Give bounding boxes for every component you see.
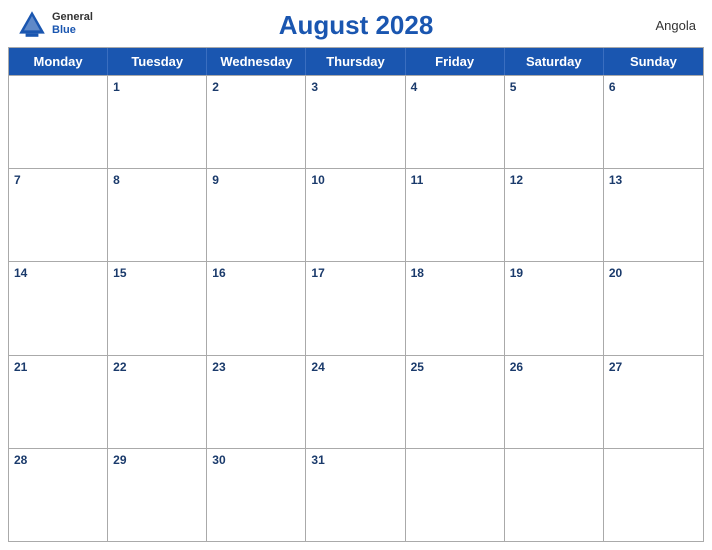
day-headers: MondayTuesdayWednesdayThursdayFridaySatu… bbox=[9, 48, 703, 75]
calendar-cell: 18 bbox=[406, 262, 505, 354]
calendar-cell: 10 bbox=[306, 169, 405, 261]
date-number: 20 bbox=[609, 266, 622, 280]
calendar-cell: 28 bbox=[9, 449, 108, 541]
date-number: 14 bbox=[14, 266, 27, 280]
calendar-cell: 25 bbox=[406, 356, 505, 448]
date-number: 17 bbox=[311, 266, 324, 280]
date-number: 27 bbox=[609, 360, 622, 374]
week-row: 7 8 9 10 11 12 13 bbox=[9, 168, 703, 261]
date-number: 16 bbox=[212, 266, 225, 280]
day-header-monday: Monday bbox=[9, 48, 108, 75]
date-number: 31 bbox=[311, 453, 324, 467]
date-number: 19 bbox=[510, 266, 523, 280]
date-number: 7 bbox=[14, 173, 21, 187]
date-number: 22 bbox=[113, 360, 126, 374]
calendar-cell: 17 bbox=[306, 262, 405, 354]
day-header-sunday: Sunday bbox=[604, 48, 703, 75]
calendar-cell: 30 bbox=[207, 449, 306, 541]
date-number: 25 bbox=[411, 360, 424, 374]
date-number: 10 bbox=[311, 173, 324, 187]
date-number: 5 bbox=[510, 80, 517, 94]
calendar-cell bbox=[9, 76, 108, 168]
calendar-cell: 19 bbox=[505, 262, 604, 354]
logo: General Blue bbox=[16, 8, 93, 40]
calendar-cell: 23 bbox=[207, 356, 306, 448]
calendar: MondayTuesdayWednesdayThursdayFridaySatu… bbox=[8, 47, 704, 542]
logo-general: General bbox=[52, 11, 93, 24]
date-number: 11 bbox=[411, 173, 424, 187]
calendar-header: General Blue August 2028 Angola bbox=[0, 0, 712, 47]
calendar-cell: 2 bbox=[207, 76, 306, 168]
date-number: 8 bbox=[113, 173, 120, 187]
date-number: 13 bbox=[609, 173, 622, 187]
calendar-cell: 3 bbox=[306, 76, 405, 168]
date-number: 28 bbox=[14, 453, 27, 467]
calendar-cell: 31 bbox=[306, 449, 405, 541]
calendar-cell: 12 bbox=[505, 169, 604, 261]
day-header-tuesday: Tuesday bbox=[108, 48, 207, 75]
day-header-saturday: Saturday bbox=[505, 48, 604, 75]
calendar-cell: 5 bbox=[505, 76, 604, 168]
calendar-cell: 15 bbox=[108, 262, 207, 354]
calendar-cell: 20 bbox=[604, 262, 703, 354]
calendar-cell: 13 bbox=[604, 169, 703, 261]
date-number: 26 bbox=[510, 360, 523, 374]
date-number: 6 bbox=[609, 80, 616, 94]
date-number: 9 bbox=[212, 173, 219, 187]
week-row: 14 15 16 17 18 19 20 bbox=[9, 261, 703, 354]
date-number: 12 bbox=[510, 173, 523, 187]
page-title: August 2028 bbox=[279, 10, 434, 41]
weeks: 1234567891011121314151617181920212223242… bbox=[9, 75, 703, 541]
date-number: 3 bbox=[311, 80, 318, 94]
calendar-cell: 9 bbox=[207, 169, 306, 261]
calendar-cell bbox=[604, 449, 703, 541]
date-number: 18 bbox=[411, 266, 424, 280]
calendar-cell: 7 bbox=[9, 169, 108, 261]
day-header-thursday: Thursday bbox=[306, 48, 405, 75]
logo-icon bbox=[16, 8, 48, 40]
country-label: Angola bbox=[656, 18, 696, 33]
logo-blue: Blue bbox=[52, 24, 93, 37]
date-number: 4 bbox=[411, 80, 418, 94]
calendar-cell: 16 bbox=[207, 262, 306, 354]
date-number: 15 bbox=[113, 266, 126, 280]
calendar-cell: 29 bbox=[108, 449, 207, 541]
week-row: 1 2 3 4 5 6 bbox=[9, 75, 703, 168]
date-number: 30 bbox=[212, 453, 225, 467]
week-row: 21 22 23 24 25 26 27 bbox=[9, 355, 703, 448]
calendar-cell: 11 bbox=[406, 169, 505, 261]
date-number: 24 bbox=[311, 360, 324, 374]
date-number: 23 bbox=[212, 360, 225, 374]
calendar-cell: 6 bbox=[604, 76, 703, 168]
calendar-cell bbox=[505, 449, 604, 541]
day-header-friday: Friday bbox=[406, 48, 505, 75]
date-number: 1 bbox=[113, 80, 120, 94]
calendar-cell: 14 bbox=[9, 262, 108, 354]
calendar-cell bbox=[406, 449, 505, 541]
date-number: 29 bbox=[113, 453, 126, 467]
calendar-cell: 21 bbox=[9, 356, 108, 448]
date-number: 21 bbox=[14, 360, 27, 374]
day-header-wednesday: Wednesday bbox=[207, 48, 306, 75]
calendar-cell: 4 bbox=[406, 76, 505, 168]
calendar-cell: 26 bbox=[505, 356, 604, 448]
calendar-cell: 1 bbox=[108, 76, 207, 168]
calendar-cell: 22 bbox=[108, 356, 207, 448]
logo-text: General Blue bbox=[52, 11, 93, 37]
week-row: 28 29 30 31 bbox=[9, 448, 703, 541]
calendar-cell: 8 bbox=[108, 169, 207, 261]
calendar-cell: 27 bbox=[604, 356, 703, 448]
date-number: 2 bbox=[212, 80, 219, 94]
calendar-cell: 24 bbox=[306, 356, 405, 448]
